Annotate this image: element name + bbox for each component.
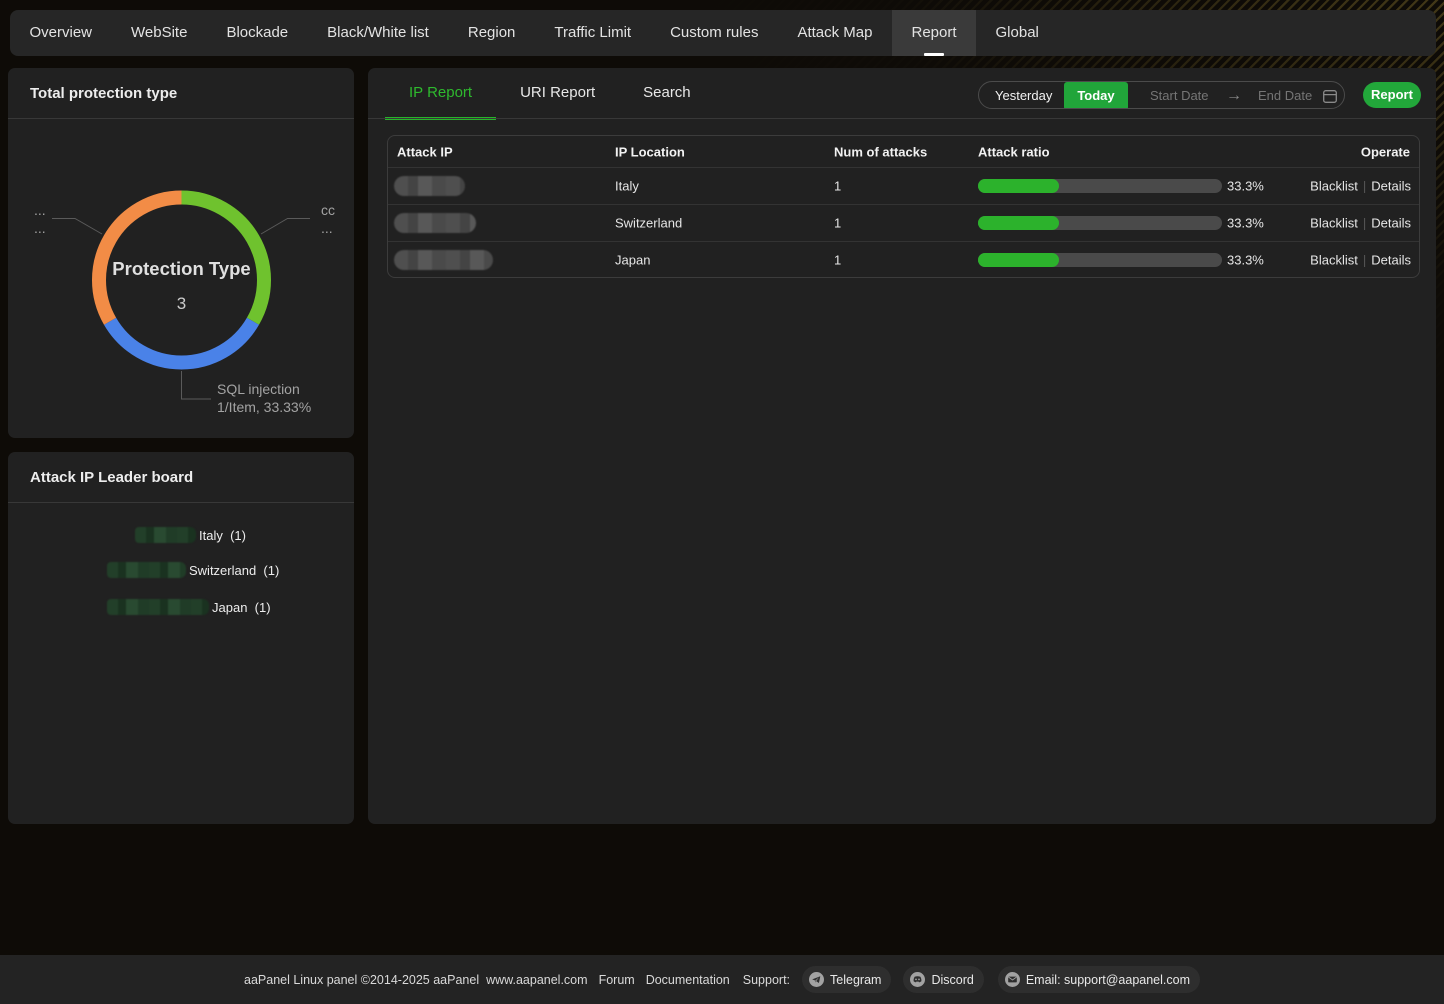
svg-text:...: ... (34, 202, 46, 218)
svg-text:1/Item, 33.33%: 1/Item, 33.33% (217, 399, 311, 415)
svg-text:...: ... (34, 220, 46, 236)
svg-text:3: 3 (177, 294, 186, 313)
svg-text:cc: cc (321, 202, 335, 218)
svg-text:Protection Type: Protection Type (112, 258, 250, 279)
svg-text:...: ... (321, 220, 333, 236)
svg-text:SQL injection: SQL injection (217, 381, 300, 397)
